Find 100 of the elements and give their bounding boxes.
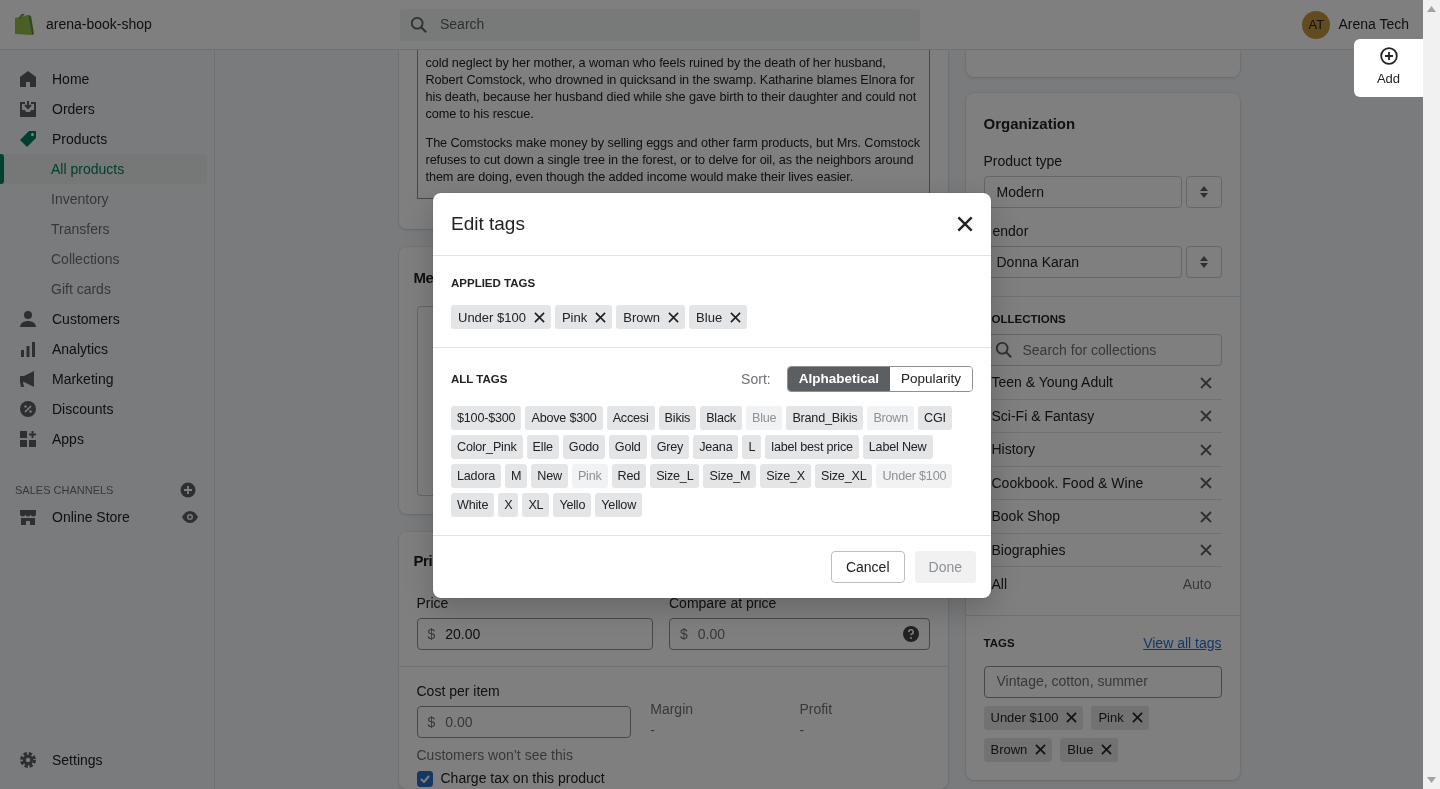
remove-button[interactable]	[730, 311, 742, 323]
tag-button[interactable]: Bikis	[658, 406, 697, 431]
tag-button[interactable]: White	[451, 493, 495, 518]
remove-button[interactable]	[533, 311, 545, 323]
tag-button[interactable]: Elle	[526, 435, 559, 460]
eye-icon[interactable]	[182, 511, 198, 523]
sort-option[interactable]: Alphabetical	[787, 367, 890, 392]
shopping-bag-logo	[12, 12, 34, 37]
collection-name: Sci-Fi & Fantasy	[991, 406, 1095, 426]
add-circle-icon[interactable]	[180, 482, 196, 498]
close-icon	[1035, 744, 1047, 756]
tag-button[interactable]: Size_XL	[814, 464, 873, 489]
tag-chip[interactable]: Brown	[616, 305, 686, 330]
tag-button[interactable]: Ladora	[451, 464, 501, 489]
price-field[interactable]: $ 20.00	[416, 618, 653, 650]
search-input[interactable]: Search for collections	[1020, 338, 1211, 362]
section-heading: ALL TAGS	[451, 371, 508, 387]
tag-button[interactable]: Godo	[562, 435, 605, 460]
nav-item[interactable]: Customers	[0, 304, 214, 334]
section-heading: APPLIED TAGS	[451, 276, 537, 291]
close-icon	[1131, 712, 1143, 724]
tag-button[interactable]: CGI	[918, 406, 952, 431]
nav-item[interactable]: Settings	[0, 745, 214, 775]
tag-chip[interactable]: Under $100	[451, 305, 551, 330]
up-down-caret-icon	[1199, 186, 1208, 198]
tag-button[interactable]: Above $300	[525, 406, 603, 431]
stat-label: Profit	[799, 700, 834, 719]
tag-button[interactable]: Color_Pink	[451, 435, 523, 460]
search-input[interactable]: Search	[438, 13, 910, 36]
collection-status: Auto	[1182, 574, 1212, 594]
cancel-button[interactable]: Cancel	[830, 551, 905, 584]
tag-button[interactable]: Yellow	[595, 493, 643, 518]
collection-name: All	[991, 574, 1008, 594]
close-button[interactable]	[957, 216, 973, 232]
add-circle-icon	[1379, 47, 1398, 66]
scrollbar[interactable]	[1423, 0, 1440, 789]
nav-item[interactable]: Online Store	[0, 502, 130, 532]
tag-button[interactable]: M	[505, 464, 528, 489]
field-label: Compare at price	[669, 594, 778, 613]
tag-button[interactable]: Size_X	[760, 464, 811, 489]
close-icon	[730, 311, 742, 323]
nav-item[interactable]: Products	[0, 124, 214, 154]
tag-button[interactable]: Jeana	[693, 435, 739, 460]
scroll-down-icon[interactable]	[1427, 777, 1436, 783]
select-field[interactable]: Modern	[983, 176, 1182, 208]
close-icon	[1199, 510, 1212, 523]
tag-chip[interactable]: Pink	[1091, 705, 1149, 730]
card-title: Me	[413, 268, 434, 287]
user-name[interactable]: Arena Tech	[1338, 14, 1409, 35]
tag-button[interactable]: Red	[611, 464, 647, 489]
tag-button[interactable]: Gold	[608, 435, 647, 460]
nav-item[interactable]: Discounts	[0, 394, 214, 424]
stat-value: -	[799, 721, 806, 740]
stat-label: Margin	[650, 700, 695, 719]
tag-button[interactable]: Accesi	[606, 406, 655, 431]
text-input[interactable]: Vintage, cotton, summer	[994, 670, 1211, 694]
tag-button[interactable]: L	[742, 435, 762, 460]
close-icon	[1199, 376, 1212, 389]
text-input[interactable]: 0.00	[695, 622, 895, 646]
close-icon	[595, 311, 607, 323]
stepper-button[interactable]	[1185, 246, 1222, 278]
collection-name: Cookbook. Food & Wine	[991, 473, 1144, 493]
tag-button[interactable]: Black	[700, 406, 742, 431]
tag-chip[interactable]: Blue	[1060, 737, 1119, 762]
checkbox[interactable]	[416, 770, 433, 787]
tag-button[interactable]: XL	[522, 493, 550, 518]
nav-item[interactable]: Home	[0, 64, 214, 94]
stat-value: -	[650, 721, 656, 740]
tag-button[interactable]: Size_L	[650, 464, 700, 489]
collection-name: History	[991, 440, 1036, 459]
tag-button[interactable]: Yello	[553, 493, 592, 518]
remove-button[interactable]	[595, 311, 607, 323]
tag-button[interactable]: X	[498, 493, 519, 518]
nav-item[interactable]: Orders	[0, 94, 214, 124]
field-label: endor	[991, 222, 1030, 241]
tag-button[interactable]: Grey	[650, 435, 690, 460]
tag-chip[interactable]: Blue	[689, 305, 748, 330]
search-field[interactable]: Search	[400, 8, 920, 41]
tag-chip[interactable]: Under $100	[983, 705, 1084, 730]
tags-field[interactable]: Vintage, cotton, summer	[983, 665, 1222, 698]
tag-icon	[18, 129, 38, 149]
tag-button[interactable]: $100-$300	[451, 406, 522, 431]
tag-chip[interactable]: Brown	[983, 737, 1053, 762]
text-input[interactable]: 0.00	[443, 710, 621, 734]
nav-item[interactable]: Apps	[0, 424, 214, 454]
tag-chip[interactable]: Pink	[554, 305, 613, 330]
text-input[interactable]: 20.00	[443, 622, 642, 646]
remove-button[interactable]	[668, 311, 680, 323]
tag-button[interactable]: Brand_Bikis	[786, 406, 864, 431]
help-icon[interactable]	[902, 626, 919, 642]
tag-button[interactable]: Size_M	[703, 464, 757, 489]
tag-button[interactable]: New	[531, 464, 568, 489]
tag-button[interactable]: label best price	[765, 435, 859, 460]
tag-button[interactable]: Label New	[862, 435, 933, 460]
add-button[interactable]: Add	[1354, 39, 1423, 97]
nav-item[interactable]: Marketing	[0, 364, 214, 394]
scroll-up-icon[interactable]	[1427, 6, 1436, 12]
nav-item[interactable]: Analytics	[0, 334, 214, 364]
stepper-button[interactable]	[1185, 176, 1222, 208]
close-icon	[1199, 544, 1212, 556]
